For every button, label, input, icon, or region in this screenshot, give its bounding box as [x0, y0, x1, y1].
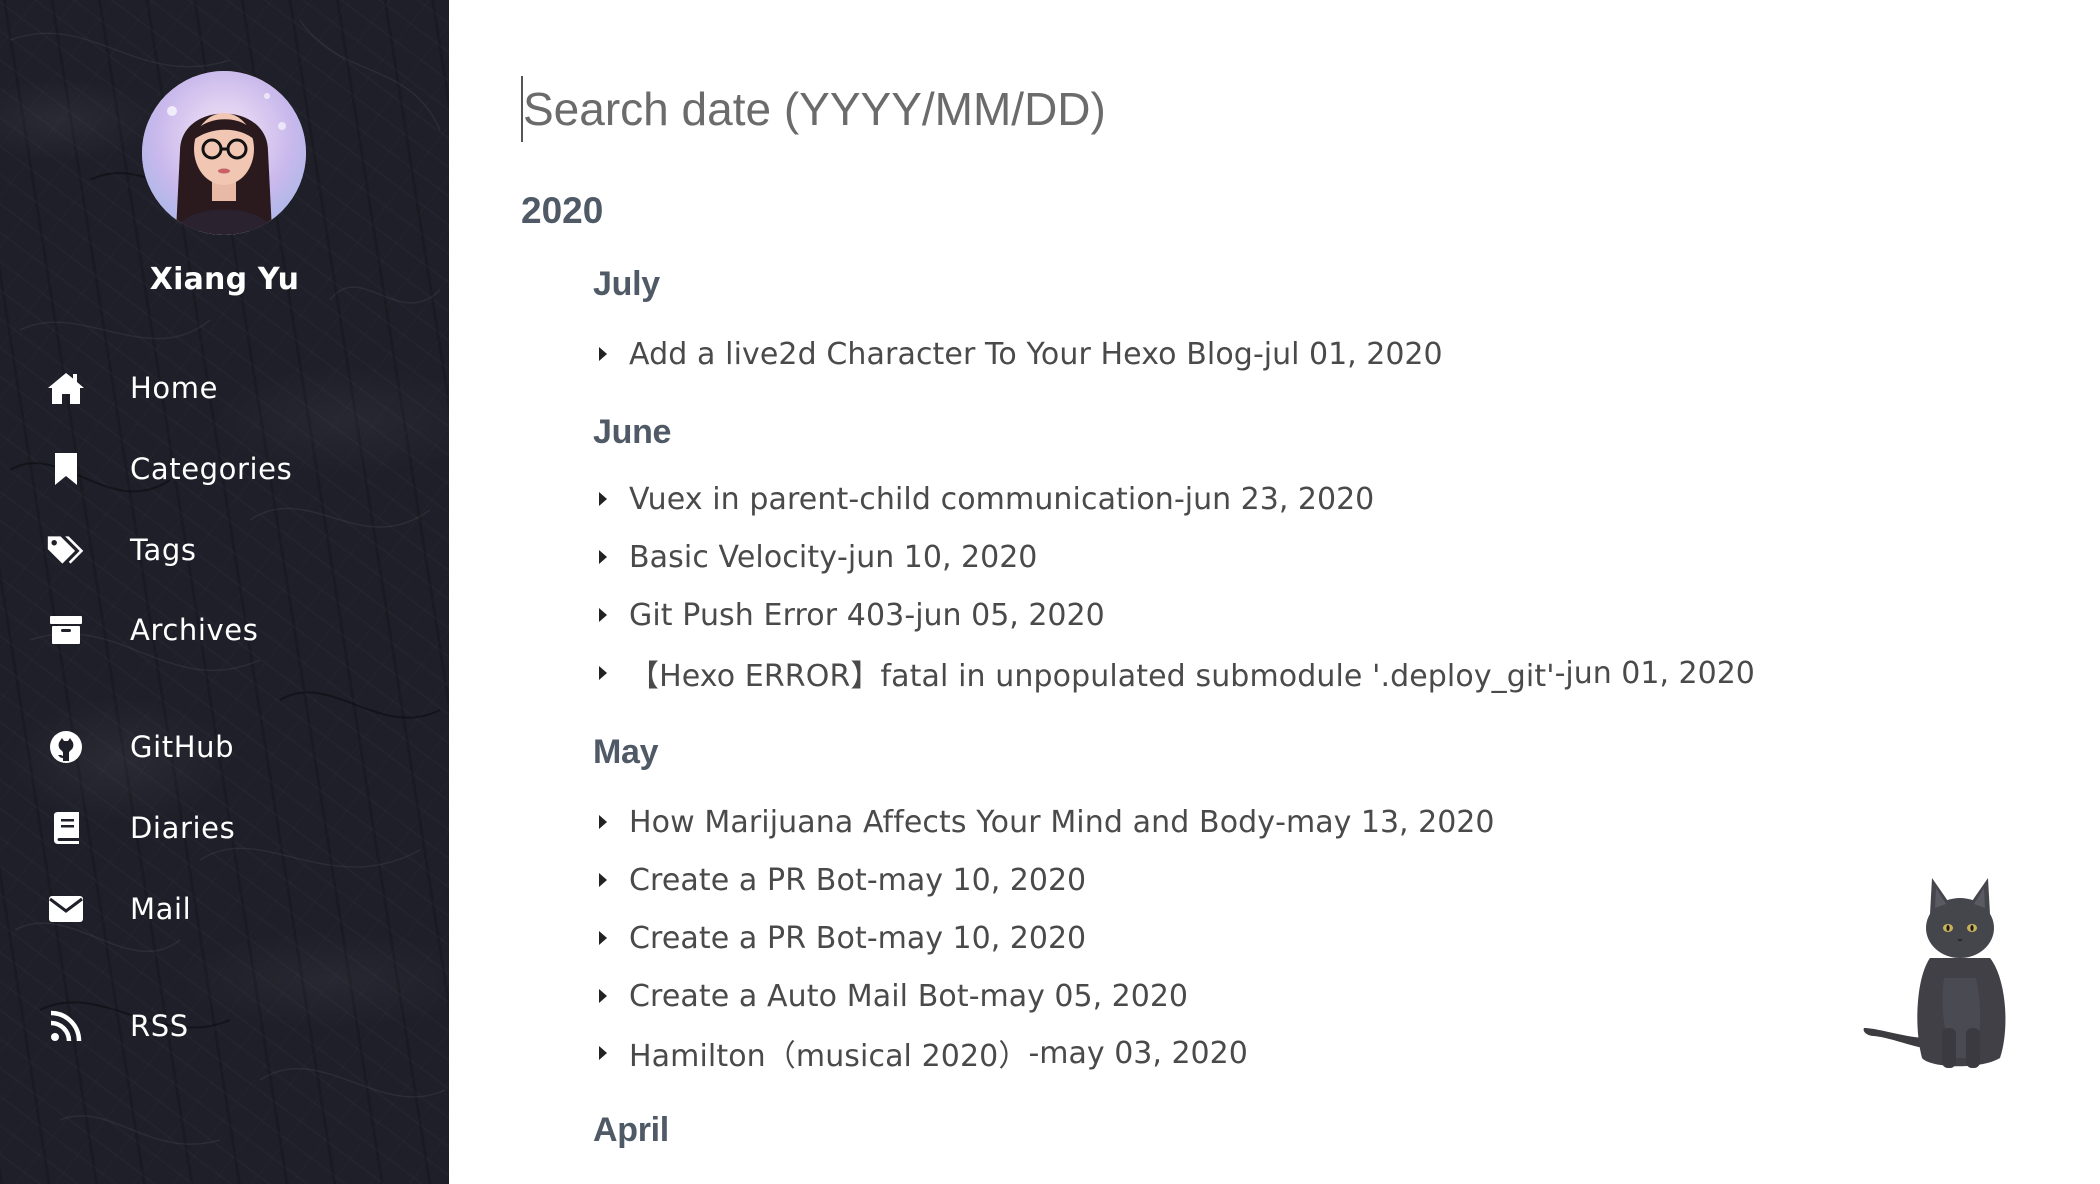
post-separator: - [866, 920, 878, 956]
post-item[interactable]: Hamilton（musical 2020） - may 03, 2020 [593, 1031, 1248, 1075]
post-separator: - [837, 539, 848, 575]
post-title-link[interactable]: Add a live2d Character To Your Hexo Blog [629, 337, 1253, 372]
post-title-link[interactable]: Create a PR Bot [629, 863, 867, 898]
caret-right-icon [599, 666, 607, 680]
book-icon [46, 808, 86, 848]
caret-right-icon [599, 608, 607, 622]
month-heading-april: April [593, 1111, 669, 1149]
month-heading-may: May [593, 733, 659, 771]
month-heading-june: June [593, 413, 672, 451]
nav-label: Home [130, 371, 219, 405]
post-date: jun 05, 2020 [915, 597, 1105, 633]
nav-label: Tags [130, 533, 197, 567]
post-separator: - [968, 978, 980, 1014]
caret-right-icon [599, 873, 607, 887]
nav-archives[interactable]: Archives [0, 600, 449, 660]
post-separator: - [904, 597, 916, 633]
nav-label: Diaries [130, 811, 236, 845]
home-icon [46, 368, 86, 408]
search-date-input[interactable] [521, 76, 1421, 142]
post-date: may 13, 2020 [1285, 804, 1495, 840]
post-separator: - [1275, 804, 1286, 840]
post-title-link[interactable]: Git Push Error 403 [629, 598, 904, 633]
post-item[interactable]: Create a PR Bot - may 10, 2020 [593, 916, 1086, 960]
bookmark-icon [46, 449, 86, 489]
nav-label: Mail [130, 892, 192, 926]
post-separator: - [1173, 481, 1185, 517]
tags-icon [46, 530, 86, 570]
post-item[interactable]: Vuex in parent-child communication - jun… [593, 477, 1374, 521]
main-content: 2020 July Add a live2d Character To Your… [449, 0, 2100, 1184]
post-separator: - [1554, 655, 1566, 691]
post-item[interactable]: Create a PR Bot - may 10, 2020 [593, 858, 1086, 902]
caret-right-icon [599, 1046, 607, 1060]
post-date: may 10, 2020 [877, 862, 1087, 898]
post-item[interactable]: How Marijuana Affects Your Mind and Body… [593, 800, 1494, 844]
nav-home[interactable]: Home [0, 358, 449, 418]
post-title-link[interactable]: How Marijuana Affects Your Mind and Body [629, 805, 1275, 840]
post-separator: - [866, 862, 878, 898]
post-title-link[interactable]: Create a PR Bot [629, 921, 867, 956]
caret-right-icon [599, 347, 607, 361]
caret-right-icon [599, 815, 607, 829]
post-date: jul 01, 2020 [1263, 336, 1443, 372]
archive-icon [46, 610, 86, 650]
nav-mail[interactable]: Mail [0, 879, 449, 939]
sidebar: Xiang Yu Home Categories Tags Archives G… [0, 0, 449, 1184]
nav-label: GitHub [130, 730, 235, 764]
post-title-link[interactable]: 【Hexo ERROR】fatal in unpopulated submodu… [629, 651, 1555, 695]
archive-year: 2020 [521, 190, 604, 231]
mail-icon [46, 889, 86, 929]
post-date: jun 01, 2020 [1565, 655, 1755, 691]
post-item[interactable]: Git Push Error 403 - jun 05, 2020 [593, 593, 1105, 637]
post-separator: - [1252, 336, 1264, 372]
caret-right-icon [599, 989, 607, 1003]
nav-label: Archives [130, 613, 259, 647]
avatar [142, 71, 306, 235]
caret-right-icon [599, 492, 607, 506]
nav-rss[interactable]: RSS [0, 996, 449, 1056]
post-item[interactable]: 【Hexo ERROR】fatal in unpopulated submodu… [593, 651, 1755, 695]
post-item[interactable]: Basic Velocity - jun 10, 2020 [593, 535, 1037, 579]
post-item[interactable]: Add a live2d Character To Your Hexo Blog… [593, 332, 1443, 376]
post-title-link[interactable]: Basic Velocity [629, 540, 837, 575]
post-title-link[interactable]: Hamilton（musical 2020） [629, 1031, 1028, 1075]
post-date: jun 10, 2020 [847, 539, 1038, 575]
month-heading-july: July [593, 265, 660, 303]
post-item[interactable]: Create a Auto Mail Bot - may 05, 2020 [593, 974, 1188, 1018]
github-icon [46, 727, 86, 767]
post-title-link[interactable]: Vuex in parent-child communication [629, 482, 1174, 517]
caret-right-icon [599, 931, 607, 945]
post-date: may 10, 2020 [877, 920, 1087, 956]
nav-tags[interactable]: Tags [0, 520, 449, 580]
nav-diaries[interactable]: Diaries [0, 798, 449, 858]
rss-icon [46, 1006, 86, 1046]
post-date: may 05, 2020 [979, 978, 1189, 1014]
nav-github[interactable]: GitHub [0, 717, 449, 777]
nav-label: RSS [130, 1009, 189, 1043]
post-date: jun 23, 2020 [1184, 481, 1375, 517]
live2d-cat-widget[interactable] [1860, 868, 2020, 1078]
post-separator: - [1028, 1035, 1040, 1071]
nav-categories[interactable]: Categories [0, 439, 449, 499]
caret-right-icon [599, 550, 607, 564]
author-name: Xiang Yu [149, 262, 300, 297]
nav-label: Categories [130, 452, 293, 486]
post-title-link[interactable]: Create a Auto Mail Bot [629, 979, 969, 1014]
post-date: may 03, 2020 [1039, 1035, 1248, 1071]
